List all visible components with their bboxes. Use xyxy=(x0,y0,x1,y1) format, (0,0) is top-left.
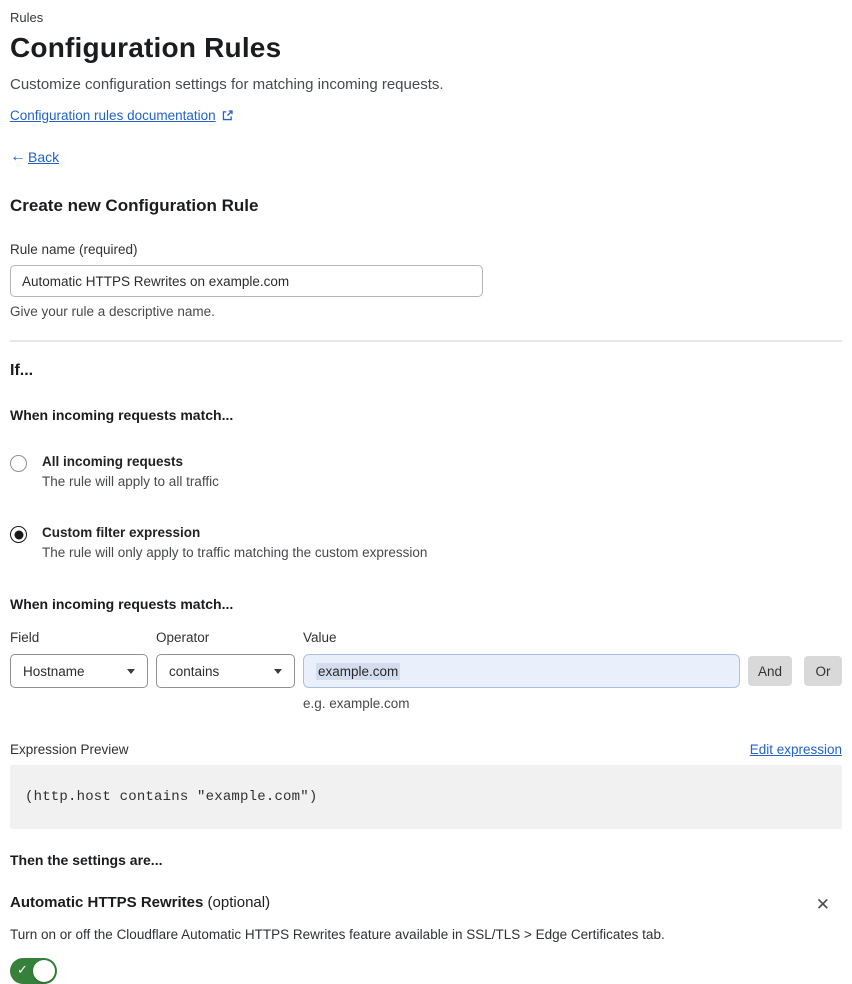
or-button[interactable]: Or xyxy=(804,656,842,686)
radio-custom-filter-expression[interactable]: Custom filter expression The rule will o… xyxy=(10,525,842,560)
breadcrumb: Rules xyxy=(10,10,44,25)
radio-label: Custom filter expression xyxy=(42,525,201,540)
check-icon: ✓ xyxy=(17,962,28,977)
section-divider xyxy=(10,340,842,342)
value-input-text: example.com xyxy=(316,662,401,680)
configuration-rules-page: Rules Configuration Rules Customize conf… xyxy=(0,0,852,984)
radio-all-incoming-requests[interactable]: All incoming requests The rule will appl… xyxy=(10,454,842,489)
back-arrow-icon: ← xyxy=(10,148,26,165)
operator-select-value: contains xyxy=(169,663,220,679)
radio-icon[interactable] xyxy=(10,455,27,472)
expression-builder-heading: When incoming requests match... xyxy=(10,596,234,612)
request-match-radio-group: All incoming requests The rule will appl… xyxy=(10,454,842,560)
and-button[interactable]: And xyxy=(748,656,792,686)
radio-description: The rule will apply to all traffic xyxy=(42,474,219,489)
edit-expression-link[interactable]: Edit expression xyxy=(750,742,842,757)
value-helper: e.g. example.com xyxy=(303,696,410,711)
field-select[interactable]: Hostname xyxy=(10,654,148,688)
toggle-knob xyxy=(33,960,55,982)
rule-name-input[interactable] xyxy=(10,265,483,297)
page-description: Customize configuration settings for mat… xyxy=(10,76,444,93)
setting-optional-label: (optional) xyxy=(207,894,271,911)
radio-label: All incoming requests xyxy=(42,454,184,469)
rule-name-label: Rule name (required) xyxy=(10,242,138,257)
close-icon[interactable]: ✕ xyxy=(812,894,834,915)
match-heading: When incoming requests match... xyxy=(10,407,234,423)
then-settings-heading: Then the settings are... xyxy=(10,852,163,868)
field-label: Field xyxy=(10,630,40,645)
page-title: Configuration Rules xyxy=(10,32,282,63)
external-link-icon xyxy=(221,109,234,122)
back-link[interactable]: Back xyxy=(28,149,59,165)
value-label: Value xyxy=(303,630,337,645)
setting-description: Turn on or off the Cloudflare Automatic … xyxy=(10,927,665,942)
operator-select[interactable]: contains xyxy=(156,654,295,688)
automatic-https-rewrites-toggle[interactable]: ✓ xyxy=(10,958,57,984)
rule-name-helper: Give your rule a descriptive name. xyxy=(10,304,215,319)
setting-name: Automatic HTTPS Rewrites xyxy=(10,894,204,911)
radio-icon[interactable] xyxy=(10,526,27,543)
condition-builder-row: Field Operator Value Hostname contains e… xyxy=(10,630,842,711)
operator-label: Operator xyxy=(156,630,210,645)
chevron-down-icon xyxy=(274,668,282,674)
expression-preview-row: Expression Preview Edit expression xyxy=(10,742,842,757)
value-input[interactable]: example.com xyxy=(303,654,740,688)
chevron-down-icon xyxy=(127,668,135,674)
field-select-value: Hostname xyxy=(23,663,85,679)
create-rule-heading: Create new Configuration Rule xyxy=(10,196,259,215)
documentation-link-row: Configuration rules documentation xyxy=(10,108,842,123)
setting-header-row: Automatic HTTPS Rewrites (optional) ✕ xyxy=(10,894,842,915)
if-heading: If... xyxy=(10,362,34,379)
radio-description: The rule will only apply to traffic matc… xyxy=(42,545,428,560)
expression-preview-label: Expression Preview xyxy=(10,742,129,757)
documentation-link[interactable]: Configuration rules documentation xyxy=(10,108,216,123)
expression-preview-code: (http.host contains "example.com") xyxy=(10,765,842,829)
back-link-row: ← Back xyxy=(10,148,842,166)
